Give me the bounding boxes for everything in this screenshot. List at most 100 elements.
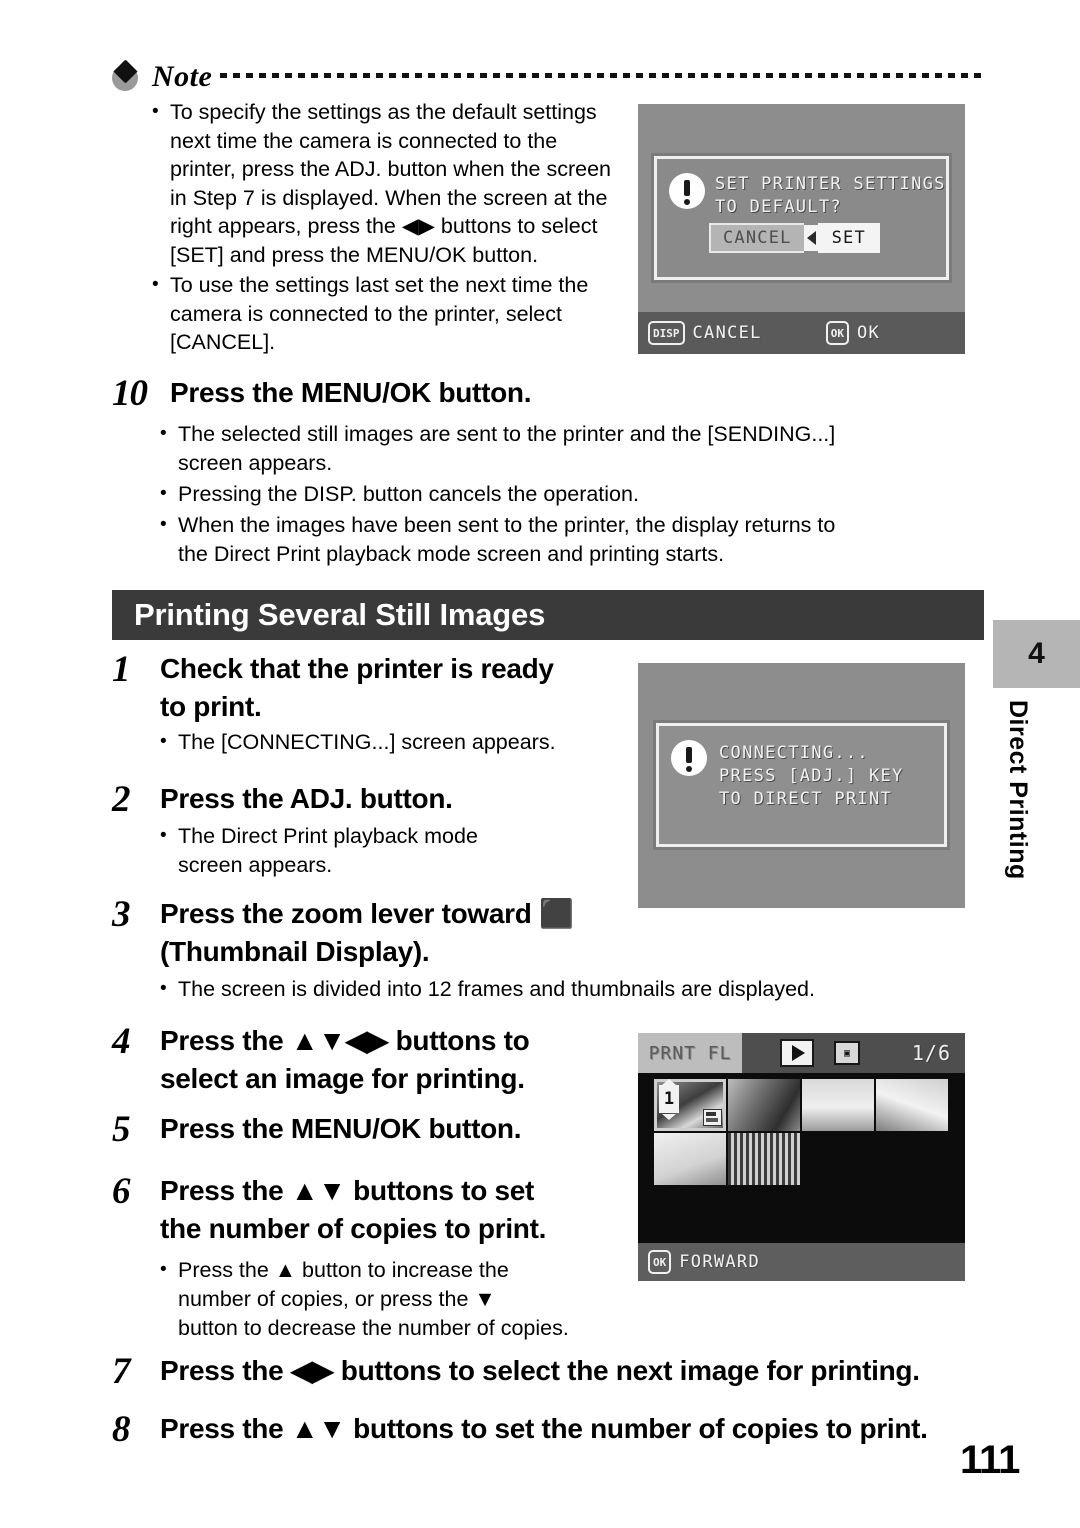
step-heading: Press the zoom lever toward ⬛ (Thumbnail …	[160, 898, 574, 967]
step-3: 3 Press the zoom lever toward ⬛ (Thumbnai…	[112, 895, 672, 971]
dialog-message: SET PRINTER SETTINGS TO DEFAULT?	[715, 174, 946, 217]
note-bullet-list: • To specify the settings as the default…	[152, 98, 622, 359]
page-counter: 1/6	[911, 1041, 951, 1065]
step-number: 10	[112, 373, 148, 414]
ok-badge: OK	[825, 321, 849, 345]
section-header: Printing Several Still Images	[112, 590, 984, 640]
bullet-item: • When the images have been sent to the …	[160, 511, 990, 569]
step-4: 4 Press the ▲▼◀▶ buttons to select an ima…	[112, 1022, 632, 1098]
step-5: 5 Press the MENU/OK button.	[112, 1110, 632, 1150]
screen-status-bar: DISP CANCEL OK OK	[638, 312, 965, 354]
bullet-dot: •	[152, 274, 159, 295]
step-number: 6	[112, 1171, 131, 1212]
play-icon	[780, 1039, 814, 1067]
step-number: 5	[112, 1109, 131, 1150]
step-3-bullets: • The screen is divided into 12 frames a…	[160, 975, 990, 1006]
step-2: 2 Press the ADJ. button.	[112, 780, 632, 820]
step-1-bullets: • The [CONNECTING...] screen appears.	[160, 728, 630, 759]
screenshot-connecting: CONNECTING... PRESS [ADJ.] KEY TO DIRECT…	[638, 663, 965, 908]
note-bullet-text-2: To use the settings last set the next ti…	[170, 273, 589, 354]
note-dashed-rule	[220, 72, 982, 78]
printer-icon	[703, 1109, 722, 1126]
exclamation-icon	[671, 740, 707, 776]
bullet-item: • Press the ▲ button to increase the num…	[160, 1256, 640, 1343]
page-number: 111	[960, 1438, 1020, 1482]
thumbnail-grid: 1	[654, 1079, 948, 1185]
thumbnail-item[interactable]	[654, 1133, 726, 1185]
chapter-tab-title: Direct Printing	[1004, 700, 1032, 880]
step-number: 8	[112, 1409, 131, 1450]
bullet-dot: •	[160, 825, 167, 846]
thumbnail-item[interactable]	[728, 1079, 800, 1131]
note-header: Note	[112, 57, 982, 97]
set-button[interactable]: SET	[817, 223, 880, 253]
step-10-bullets: • The selected still images are sent to …	[160, 420, 990, 571]
thumbnail-item[interactable]	[876, 1079, 948, 1131]
dialog-message: CONNECTING... PRESS [ADJ.] KEY TO DIRECT…	[719, 743, 904, 809]
direct-print-icon: ▣	[834, 1041, 860, 1065]
bullet-text: The [CONNECTING...] screen appears.	[178, 730, 556, 754]
step-7: 7 Press the ◀▶ buttons to select the nex…	[112, 1352, 992, 1392]
bullet-text: Pressing the DISP. button cancels the op…	[178, 482, 639, 506]
bullet-text: The selected still images are sent to th…	[178, 422, 836, 475]
cancel-button[interactable]: CANCEL	[709, 223, 804, 253]
ok-hint: OK OK	[825, 321, 881, 345]
step-number: 7	[112, 1351, 131, 1392]
step-heading: Press the ▲▼ buttons to set the number of…	[160, 1175, 547, 1244]
bullet-dot: •	[160, 514, 167, 535]
step-6: 6 Press the ▲▼ buttons to set the number …	[112, 1172, 632, 1248]
bullet-item: • Pressing the DISP. button cancels the …	[160, 480, 990, 509]
step-heading: Press the ▲▼◀▶ buttons to select an image…	[160, 1025, 530, 1094]
note-title: Note	[152, 60, 213, 93]
bullet-item: • The screen is divided into 12 frames a…	[160, 975, 990, 1004]
step-heading: Press the ▲▼ buttons to set the number o…	[160, 1413, 928, 1444]
step-number: 3	[112, 894, 131, 935]
step-number: 2	[112, 779, 131, 820]
forward-label: FORWARD	[679, 1251, 760, 1272]
thumbnail-item[interactable]	[802, 1079, 874, 1131]
bullet-item: • The Direct Print playback mode screen a…	[160, 822, 630, 880]
dialog-buttons: CANCEL SET	[709, 223, 880, 253]
section-title: Printing Several Still Images	[134, 597, 546, 632]
bullet-item: • The [CONNECTING...] screen appears.	[160, 728, 630, 757]
step-2-bullets: • The Direct Print playback mode screen a…	[160, 822, 630, 882]
note-diamond-icon	[112, 59, 142, 92]
dialog-box: SET PRINTER SETTINGS TO DEFAULT? CANCEL …	[654, 156, 949, 280]
step-heading: Check that the printer is ready to print.	[160, 653, 554, 722]
bullet-text: Press the ▲ button to increase the numbe…	[178, 1258, 569, 1340]
bullet-dot: •	[160, 1259, 167, 1280]
copies-count: 1	[659, 1085, 679, 1113]
bullet-dot: •	[160, 731, 167, 752]
screenshot-set-printer-settings: SET PRINTER SETTINGS TO DEFAULT? CANCEL …	[638, 104, 965, 354]
note-bullet-item: • To use the settings last set the next …	[152, 271, 622, 357]
screenshot-thumbnail-display: PRNT FL ▣ 1/6 1 OK FORWARD	[638, 1033, 965, 1281]
ok-label: OK	[856, 322, 881, 343]
bullet-text: The screen is divided into 12 frames and…	[178, 977, 815, 1001]
bullet-dot: •	[160, 483, 167, 504]
thumbnail-item[interactable]: 1	[654, 1079, 726, 1131]
note-bullet-item: • To specify the settings as the default…	[152, 98, 622, 269]
bullet-text: The Direct Print playback mode screen app…	[178, 824, 478, 877]
bullet-item: • The selected still images are sent to …	[160, 420, 990, 478]
bullet-dot: •	[152, 101, 159, 122]
screen-bottom-bar: OK FORWARD	[638, 1243, 965, 1281]
step-heading: Press the ADJ. button.	[160, 783, 453, 814]
ok-badge: OK	[648, 1250, 672, 1274]
step-heading: Press the MENU/OK button.	[170, 377, 532, 408]
exclamation-icon	[669, 173, 705, 209]
chapter-tab-number: 4	[993, 620, 1080, 688]
bullet-dot: •	[160, 978, 167, 999]
disp-cancel-label: CANCEL	[692, 322, 762, 343]
step-number: 1	[112, 649, 131, 690]
step-6-bullets: • Press the ▲ button to increase the num…	[160, 1256, 640, 1345]
print-mode-label: PRNT FL	[638, 1033, 742, 1073]
screen-top-bar: PRNT FL ▣ 1/6	[638, 1033, 965, 1073]
step-8: 8 Press the ▲▼ buttons to set the number…	[112, 1410, 992, 1450]
step-heading: Press the ◀▶ buttons to select the next …	[160, 1355, 920, 1386]
step-10: 10 Press the MENU/OK button.	[112, 374, 992, 414]
decrease-cap-icon	[662, 1114, 676, 1120]
manual-page: Note • To specify the settings as the de…	[0, 0, 1080, 1528]
thumbnail-item[interactable]	[728, 1133, 800, 1185]
step-heading: Press the MENU/OK button.	[160, 1113, 522, 1144]
note-bullet-text-1: To specify the settings as the default s…	[170, 100, 612, 267]
